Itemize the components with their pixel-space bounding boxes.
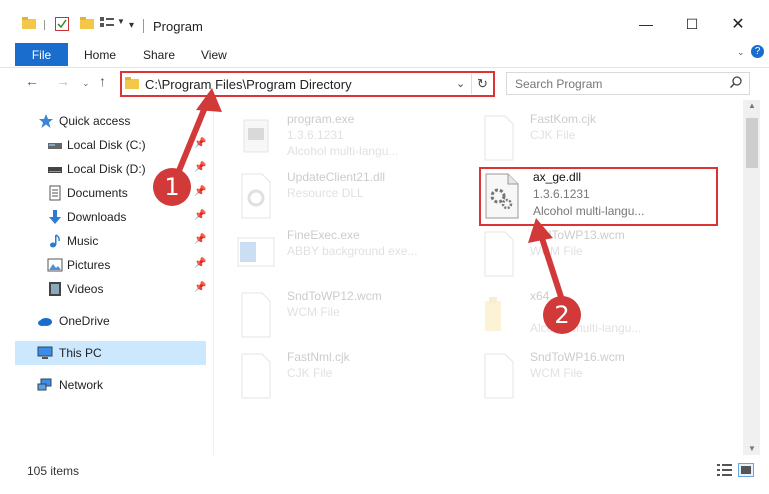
- annotation-badge-1: 1: [153, 168, 191, 206]
- annotation-badge-2: 2: [543, 296, 581, 334]
- annotation-arrows: [173, 88, 565, 301]
- item-count: 105 items: [27, 464, 80, 478]
- arrow-2: [528, 218, 565, 301]
- arrow-1: [173, 88, 222, 180]
- details-view-icon[interactable]: [717, 463, 733, 477]
- status-bar: [0, 458, 769, 486]
- tiles-view-icon[interactable]: [738, 463, 754, 477]
